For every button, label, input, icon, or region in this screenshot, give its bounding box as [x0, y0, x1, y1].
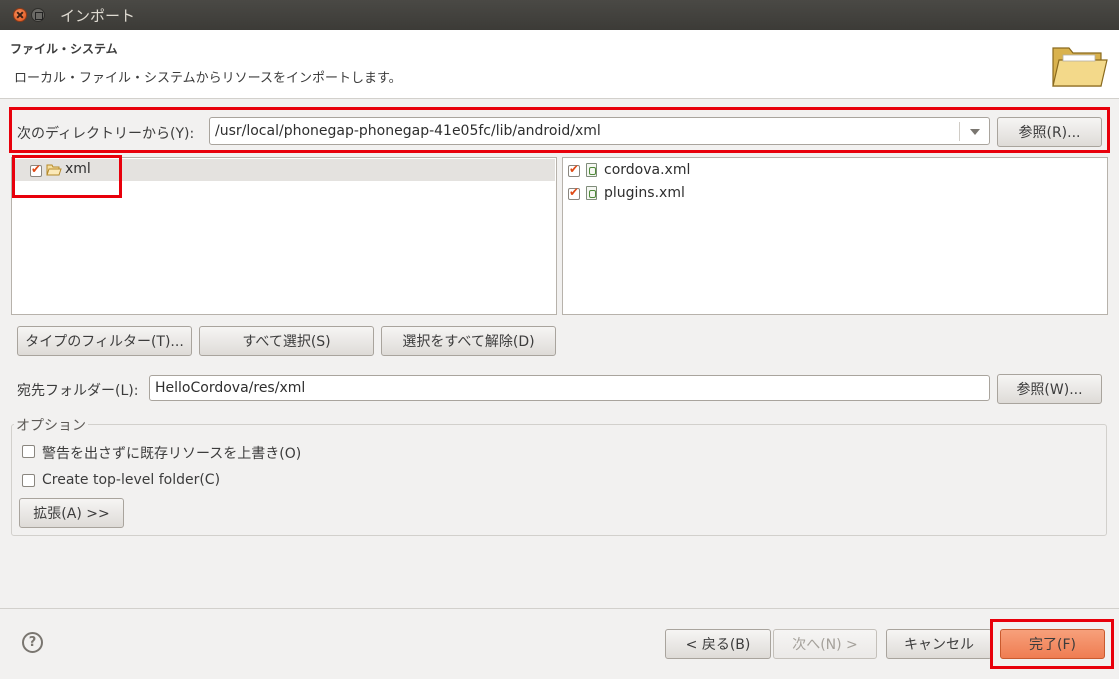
window-title: インポート [60, 7, 136, 25]
help-icon[interactable]: ? [22, 632, 43, 653]
destination-field[interactable]: HelloCordova/res/xml [149, 375, 990, 401]
combo-separator [959, 122, 960, 141]
back-button[interactable]: < 戻る(B) [665, 629, 771, 659]
file-checkbox[interactable] [568, 185, 580, 200]
overwrite-label[interactable]: 警告を出さずに既存リソースを上書き(O) [42, 443, 301, 463]
chevron-down-icon[interactable] [970, 129, 980, 135]
tree-row[interactable]: xml [13, 159, 555, 181]
title-bar: インポート [0, 0, 1119, 30]
top-level-folder-checkbox[interactable] [22, 474, 35, 487]
file-name: plugins.xml [604, 185, 685, 201]
page-title: ファイル・システム [10, 42, 118, 56]
next-button[interactable]: 次へ(N) > [773, 629, 877, 659]
list-item[interactable]: plugins.xml [563, 183, 1103, 205]
destination-value: HelloCordova/res/xml [155, 380, 306, 396]
file-checkbox[interactable] [568, 162, 580, 177]
folder-name: xml [65, 161, 91, 177]
file-name: cordova.xml [604, 162, 691, 178]
advanced-button[interactable]: 拡張(A) >> [19, 498, 124, 528]
finish-button[interactable]: 完了(F) [1000, 629, 1105, 659]
file-list[interactable]: cordova.xml plugins.xml [562, 157, 1108, 315]
destination-label: 宛先フォルダー(L): [17, 383, 139, 399]
maximize-window-icon[interactable] [31, 8, 45, 22]
deselect-all-button[interactable]: 選択をすべて解除(D) [381, 326, 556, 356]
list-item[interactable]: cordova.xml [563, 160, 1103, 182]
options-title: オプション [14, 415, 88, 435]
directory-label: 次のディレクトリーから(Y): [17, 126, 195, 142]
overwrite-checkbox[interactable] [22, 445, 35, 458]
page-description: ローカル・ファイル・システムからリソースをインポートします。 [14, 71, 402, 86]
filter-types-button[interactable]: タイプのフィルター(T)... [17, 326, 192, 356]
xml-file-icon [586, 186, 597, 200]
open-folder-icon [46, 164, 62, 176]
directory-path: /usr/local/phonegap-phonegap-41e05fc/lib… [215, 123, 601, 139]
top-level-folder-label[interactable]: Create top-level folder(C) [42, 472, 220, 488]
close-window-icon[interactable] [13, 8, 27, 22]
wizard-header: ファイル・システム ローカル・ファイル・システムからリソースをインポートします。 [0, 30, 1119, 99]
directory-combo[interactable]: /usr/local/phonegap-phonegap-41e05fc/lib… [209, 117, 990, 145]
folder-icon [1052, 47, 1108, 87]
browse-destination-button[interactable]: 参照(W)... [997, 374, 1102, 404]
select-all-button[interactable]: すべて選択(S) [199, 326, 374, 356]
browse-directory-button[interactable]: 参照(R)... [997, 117, 1102, 147]
folder-tree[interactable]: xml [11, 157, 557, 315]
footer-divider [0, 608, 1119, 609]
xml-file-icon [586, 163, 597, 177]
cancel-button[interactable]: キャンセル [886, 629, 992, 659]
folder-checkbox[interactable] [30, 162, 42, 177]
